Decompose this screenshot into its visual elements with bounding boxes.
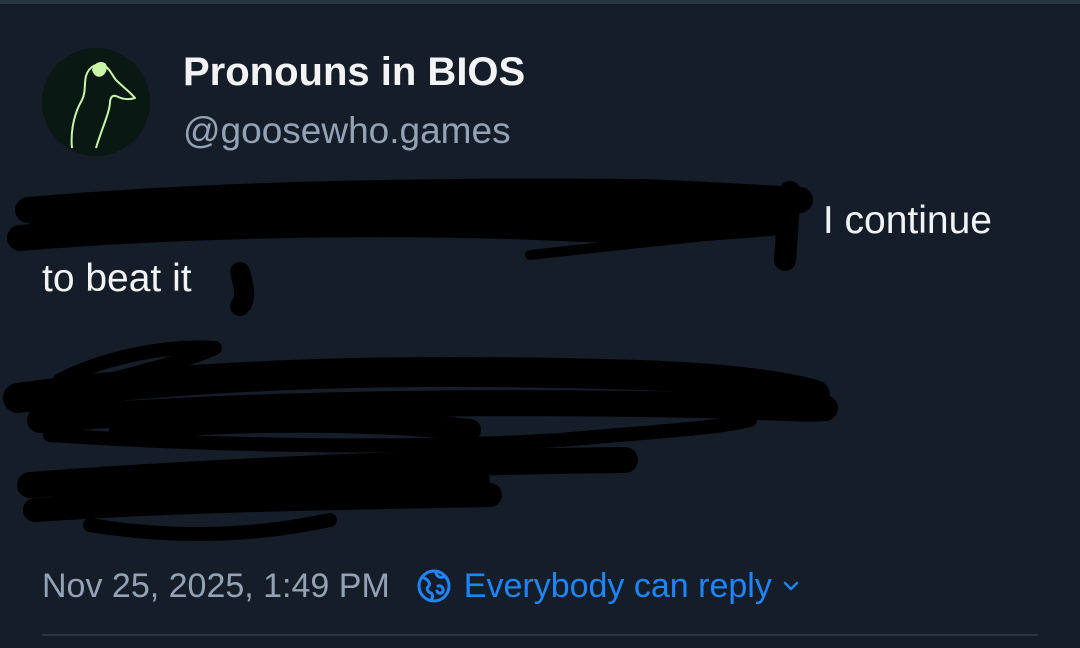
redaction-scribble <box>3 356 830 413</box>
post-view: Pronouns in BIOS @goosewho.games I conti… <box>0 0 1080 648</box>
redaction-scribble <box>83 513 337 542</box>
redaction-scribble <box>43 413 757 453</box>
redaction-scribble <box>109 410 481 441</box>
chevron-down-icon <box>783 581 799 591</box>
redaction-scribble <box>50 470 490 510</box>
post-text-fragment-1: I continue <box>822 199 992 242</box>
globe-icon <box>417 569 451 603</box>
post-timestamp: Nov 25, 2025, 1:49 PM <box>42 566 390 605</box>
author-display-name[interactable]: Pronouns in BIOS <box>183 50 525 95</box>
author-handle[interactable]: @goosewho.games <box>183 110 511 152</box>
post-body: I continue to beat it <box>42 192 1032 308</box>
redaction-scribble <box>17 447 638 498</box>
post-meta: Nov 25, 2025, 1:49 PM Everybody can repl… <box>42 562 800 610</box>
goose-icon <box>42 48 150 156</box>
reply-setting-label: Everybody can reply <box>463 566 772 605</box>
redaction-scribble <box>53 340 222 392</box>
reply-setting-button[interactable]: Everybody can reply <box>416 567 800 606</box>
redaction-scribbles <box>3 178 838 542</box>
bottom-divider <box>42 634 1038 636</box>
redaction-scribble <box>23 483 502 522</box>
post-text-fragment-2: to beat it <box>42 257 192 300</box>
top-divider <box>0 0 1080 4</box>
avatar[interactable] <box>42 48 150 156</box>
redaction-scribble <box>27 390 838 433</box>
